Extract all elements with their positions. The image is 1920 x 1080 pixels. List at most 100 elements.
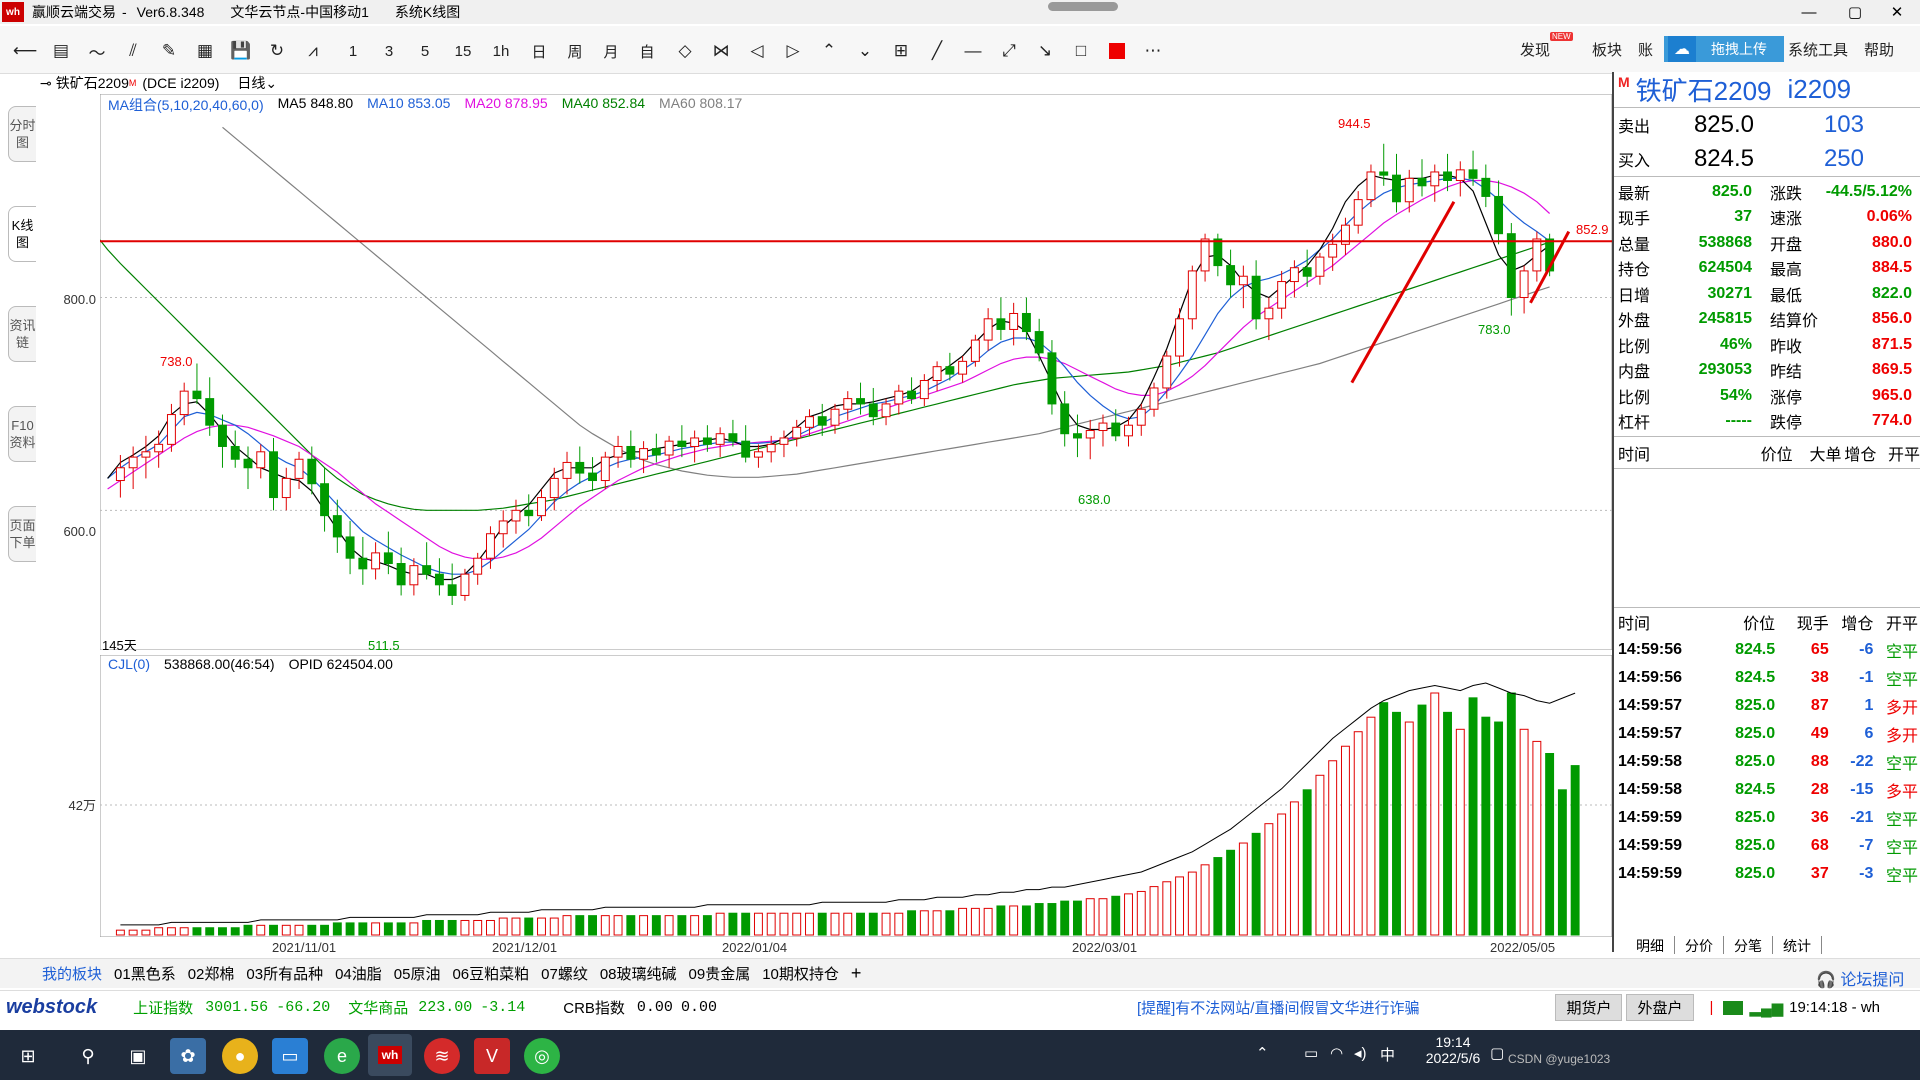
crb-label[interactable]: CRB指数	[563, 997, 625, 1018]
wifi-icon[interactable]: ◠	[1330, 1044, 1343, 1062]
tick-row[interactable]: 14:59:59 825.0 36 -21 空平	[1614, 804, 1920, 832]
forum-link[interactable]: 🎧 论坛提问	[1816, 966, 1904, 990]
board-tab[interactable]: 08玻璃纯碱	[600, 963, 677, 984]
app-icon-2[interactable]: ▭	[272, 1038, 308, 1074]
board-tab[interactable]: 03所有品种	[246, 963, 323, 984]
vol-indicator[interactable]: CJL(0)	[108, 656, 150, 672]
volume-chart[interactable]	[100, 655, 1612, 937]
symbol-selector-icon[interactable]: ⊸	[40, 75, 52, 92]
tick-row[interactable]: 14:59:59 825.0 37 -3 空平	[1614, 860, 1920, 888]
refresh-icon[interactable]: ↻	[264, 38, 290, 64]
help-link[interactable]: 帮助	[1864, 39, 1894, 60]
app-icon-3[interactable]: e	[324, 1038, 360, 1074]
wechat-icon[interactable]: ◎	[524, 1038, 560, 1074]
ask-row[interactable]: 卖出 825.0 103	[1614, 108, 1920, 142]
task-view-icon[interactable]: ▣	[120, 1038, 156, 1074]
period-5m[interactable]: 5	[412, 38, 438, 64]
chrome-icon[interactable]: ●	[222, 1038, 258, 1074]
tab-intraday[interactable]: 分时图	[8, 106, 36, 162]
tab-order[interactable]: 页面下单	[8, 506, 36, 562]
more-icon[interactable]: ⋯	[1140, 38, 1166, 64]
period-month[interactable]: 月	[598, 38, 624, 64]
period-selector[interactable]: 日线	[237, 73, 265, 93]
hline-tool-icon[interactable]: —	[960, 38, 986, 64]
up-icon[interactable]: ⌃	[816, 38, 842, 64]
tick-row[interactable]: 14:59:56 824.5 65 -6 空平	[1614, 636, 1920, 664]
search-icon[interactable]: ⚲	[70, 1038, 106, 1074]
tick-row[interactable]: 14:59:56 824.5 38 -1 空平	[1614, 664, 1920, 692]
tab-stats[interactable]: 统计	[1773, 936, 1822, 954]
period-day[interactable]: 日	[526, 38, 552, 64]
arrow-tool-icon[interactable]: ↘	[1032, 38, 1058, 64]
list-view-icon[interactable]: ▤	[48, 38, 74, 64]
tick-row[interactable]: 14:59:58 825.0 88 -22 空平	[1614, 748, 1920, 776]
tab-f10[interactable]: F10资料	[8, 406, 36, 462]
calculator-icon[interactable]: ▦	[192, 38, 218, 64]
ime-indicator[interactable]: 中	[1380, 1044, 1395, 1065]
board-tab[interactable]: 07螺纹	[541, 963, 588, 984]
close-button[interactable]: ✕	[1874, 0, 1920, 24]
tab-detail[interactable]: 明细	[1626, 936, 1675, 954]
draw-tool-icon[interactable]: ✎	[156, 38, 182, 64]
tick-row[interactable]: 14:59:59 825.0 68 -7 空平	[1614, 832, 1920, 860]
sh-index-label[interactable]: 上证指数	[133, 997, 193, 1018]
fraud-notice[interactable]: [提醒]有不法网站/直播间假冒文华进行诈骗	[1137, 997, 1420, 1018]
bid-row[interactable]: 买入 824.5 250	[1614, 142, 1920, 176]
board-tab[interactable]: 06豆粕菜粕	[452, 963, 529, 984]
back-arrow-icon[interactable]: ⟵	[12, 38, 38, 64]
layout-icon[interactable]: ⊞	[888, 38, 914, 64]
indicator-icon[interactable]: ⩘	[300, 38, 326, 64]
account-link[interactable]: 账	[1638, 39, 1653, 60]
ray-tool-icon[interactable]: ⤢	[996, 38, 1022, 64]
minimize-button[interactable]: —	[1786, 0, 1832, 24]
tab-news[interactable]: 资讯链	[8, 306, 36, 362]
chevron-down-icon[interactable]: ⌄	[265, 75, 277, 92]
board-tab[interactable]: 10期权持仓	[762, 963, 839, 984]
down-icon[interactable]: ⌄	[852, 38, 878, 64]
scroll-left-icon[interactable]: ◁	[744, 38, 770, 64]
volume-icon[interactable]: ◂)	[1354, 1044, 1367, 1062]
app-icon-1[interactable]: ✿	[170, 1038, 206, 1074]
period-week[interactable]: 周	[562, 38, 588, 64]
system-tools-link[interactable]: 系统工具	[1788, 39, 1848, 60]
line-tool-icon[interactable]: ╱	[924, 38, 950, 64]
bar-chart-icon[interactable]: ⫽	[120, 38, 146, 64]
sectors-link[interactable]: 板块	[1592, 39, 1622, 60]
spot-account-button[interactable]: 外盘户	[1626, 994, 1694, 1021]
futures-account-button[interactable]: 期货户	[1555, 994, 1623, 1021]
tab-my-boards[interactable]: 我的板块	[42, 963, 102, 984]
windows-start-icon[interactable]: ⊞	[10, 1038, 46, 1074]
app-icon-5[interactable]: V	[474, 1038, 510, 1074]
save-icon[interactable]: 💾	[228, 38, 254, 64]
zoom-out-icon[interactable]: ⋈	[708, 38, 734, 64]
wenhua-taskbar-icon[interactable]: wh	[368, 1034, 412, 1076]
wh-index-label[interactable]: 文华商品	[348, 997, 408, 1018]
zoom-in-icon[interactable]: ◇	[672, 38, 698, 64]
tray-chevron-icon[interactable]: ⌃	[1256, 1044, 1269, 1062]
tick-row[interactable]: 14:59:57 825.0 87 1 多开	[1614, 692, 1920, 720]
clock[interactable]: 19:14 2022/5/6	[1418, 1034, 1488, 1066]
period-15m[interactable]: 15	[450, 38, 476, 64]
color-tool-icon[interactable]	[1104, 38, 1130, 64]
add-board-icon[interactable]: +	[851, 963, 862, 984]
kline-chart[interactable]	[100, 94, 1612, 650]
board-tab[interactable]: 01黑色系	[114, 963, 176, 984]
board-tab[interactable]: 09贵金属	[689, 963, 751, 984]
period-custom[interactable]: 自	[634, 38, 660, 64]
notification-icon[interactable]: ▢	[1490, 1044, 1504, 1062]
ma-group[interactable]: MA组合(5,10,20,40,60,0)	[108, 95, 264, 115]
tab-kline[interactable]: K线图	[8, 206, 36, 262]
board-tab[interactable]: 04油脂	[335, 963, 382, 984]
battery-icon[interactable]: ▭	[1304, 1044, 1318, 1062]
tab-price-dist[interactable]: 分价	[1675, 936, 1724, 954]
drag-handle[interactable]	[1048, 2, 1118, 11]
period-1h[interactable]: 1h	[488, 38, 514, 64]
board-tab[interactable]: 05原油	[394, 963, 441, 984]
line-chart-icon[interactable]: 〜	[84, 38, 110, 64]
symbol-name[interactable]: 铁矿石2209	[56, 73, 129, 93]
period-3m[interactable]: 3	[376, 38, 402, 64]
tick-row[interactable]: 14:59:58 824.5 28 -15 多平	[1614, 776, 1920, 804]
rect-tool-icon[interactable]: □	[1068, 38, 1094, 64]
period-1m[interactable]: 1	[340, 38, 366, 64]
discover-link[interactable]: 发现	[1520, 39, 1550, 60]
